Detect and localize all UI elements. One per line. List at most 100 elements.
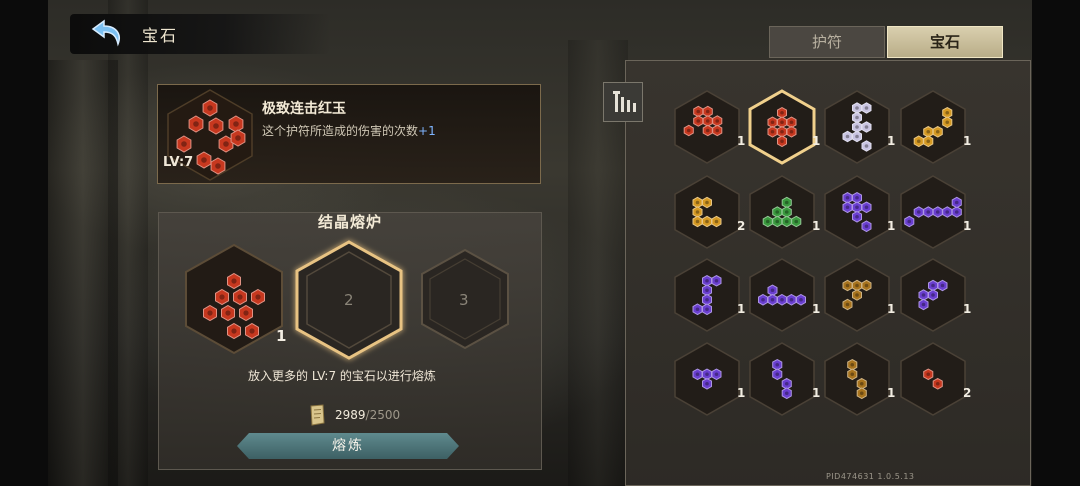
gem-facet — [864, 144, 869, 148]
gem-facet — [249, 328, 255, 334]
gem-facet — [231, 278, 237, 284]
gem-facet — [770, 129, 775, 134]
gem-facet — [705, 288, 709, 293]
gem-facet — [705, 109, 710, 114]
gem-slot[interactable] — [749, 342, 815, 416]
gem-description: 这个护符所造成的伤害的次数+1 — [262, 122, 436, 139]
tab-charm[interactable]: 护符 — [769, 26, 885, 58]
gem-facet — [935, 381, 940, 386]
gem-facet — [784, 219, 789, 224]
gem-facet — [705, 128, 710, 133]
gem-slot[interactable] — [900, 258, 966, 332]
gem-slot[interactable] — [824, 175, 890, 249]
gem-slot[interactable] — [749, 258, 815, 332]
gem-facet — [696, 119, 701, 123]
gem-facet — [695, 307, 700, 312]
gem-facet — [845, 134, 850, 139]
gem-facet — [945, 120, 950, 125]
gem-facet — [845, 302, 850, 307]
gem-slot[interactable] — [900, 342, 966, 416]
gem-slot-frame — [824, 342, 890, 416]
gem-description-text: 这个护符所造成的伤害的次数 — [262, 124, 419, 138]
gem-slot[interactable] — [824, 342, 890, 416]
gem-facet — [855, 283, 859, 288]
gem-facet — [926, 372, 931, 377]
gem-facet — [921, 302, 926, 307]
gem-slot[interactable] — [824, 258, 890, 332]
screen-edge-right — [1032, 0, 1080, 486]
gem-slot-frame — [900, 90, 966, 164]
gem-facet — [775, 210, 780, 214]
page-title: 宝石 — [142, 26, 179, 45]
gem-facet — [775, 372, 780, 377]
gem-facet — [780, 129, 784, 134]
gem-facet — [850, 372, 855, 377]
gem-slot-count: 2 — [963, 386, 972, 400]
gem-facet — [715, 128, 720, 133]
gem-facet — [845, 283, 850, 288]
gem-facet — [850, 362, 855, 367]
gem-slot-count: 1 — [812, 386, 821, 400]
gem-facet — [926, 139, 931, 144]
gem-facet — [859, 381, 864, 386]
gem-facet — [686, 128, 691, 133]
gem-facet — [845, 205, 850, 210]
gem-slot-count: 1 — [812, 219, 821, 233]
gem-slot-count: 1 — [963, 134, 972, 148]
gem-facet — [855, 293, 859, 297]
gem-slot-count: 1 — [737, 386, 746, 400]
furnace-hint: 放入更多的 LV:7 的宝石以进行熔炼 — [248, 369, 436, 383]
gem-facet — [695, 219, 700, 224]
gem-facet — [855, 106, 859, 110]
furnace-slot-2-label: 2 — [344, 291, 354, 309]
gem-facet — [714, 219, 719, 224]
gem-facet — [770, 120, 775, 125]
gem-slot[interactable] — [900, 90, 966, 164]
gem-facet — [855, 214, 859, 219]
gem-slot-frame — [900, 342, 966, 416]
gem-facet — [945, 210, 950, 214]
gem-slot[interactable] — [674, 342, 740, 416]
gem-slot[interactable] — [749, 175, 815, 249]
gem-facet — [954, 210, 959, 214]
gem-slot[interactable] — [674, 258, 740, 332]
filter-button[interactable] — [603, 82, 643, 122]
gem-facet — [775, 219, 780, 224]
gem-facet — [921, 293, 926, 297]
gem-facet — [845, 195, 850, 200]
gem-slot[interactable] — [900, 175, 966, 249]
gem-facet — [207, 310, 213, 316]
gem-facet — [219, 294, 225, 300]
gem-facet — [714, 372, 719, 377]
furnace-slot-1[interactable] — [185, 243, 283, 355]
gem-facet — [237, 294, 243, 300]
gem-facet — [770, 288, 775, 293]
gem-facet — [789, 129, 794, 134]
gem-slot-frame — [749, 342, 815, 416]
gem-facet — [931, 283, 935, 288]
gem-facet — [201, 157, 207, 163]
gem-facet — [765, 219, 770, 224]
gem-facet — [705, 278, 709, 283]
gem-slot[interactable] — [674, 90, 740, 164]
gem-slot[interactable] — [674, 175, 740, 249]
gem-facet — [799, 297, 803, 302]
gem-facet — [935, 210, 940, 214]
gem-facet — [931, 293, 935, 297]
back-button[interactable] — [88, 18, 128, 50]
gem-facet — [864, 283, 869, 288]
gem-facet — [215, 163, 221, 169]
gem-slot[interactable] — [824, 90, 890, 164]
gem-slot-count: 1 — [737, 302, 746, 316]
smelt-cost: 2989/2500 — [335, 408, 400, 422]
gem-slot[interactable] — [748, 89, 816, 165]
tab-gem[interactable]: 宝石 — [887, 26, 1003, 58]
smelt-button[interactable]: 熔炼 — [237, 433, 459, 459]
filter-icon — [613, 91, 636, 112]
gem-facet — [225, 310, 231, 316]
cost-max: /2500 — [365, 408, 401, 422]
gem-facet — [784, 381, 789, 386]
gem-facet — [945, 110, 950, 115]
gem-facet — [926, 129, 931, 134]
gem-facet — [705, 297, 709, 302]
